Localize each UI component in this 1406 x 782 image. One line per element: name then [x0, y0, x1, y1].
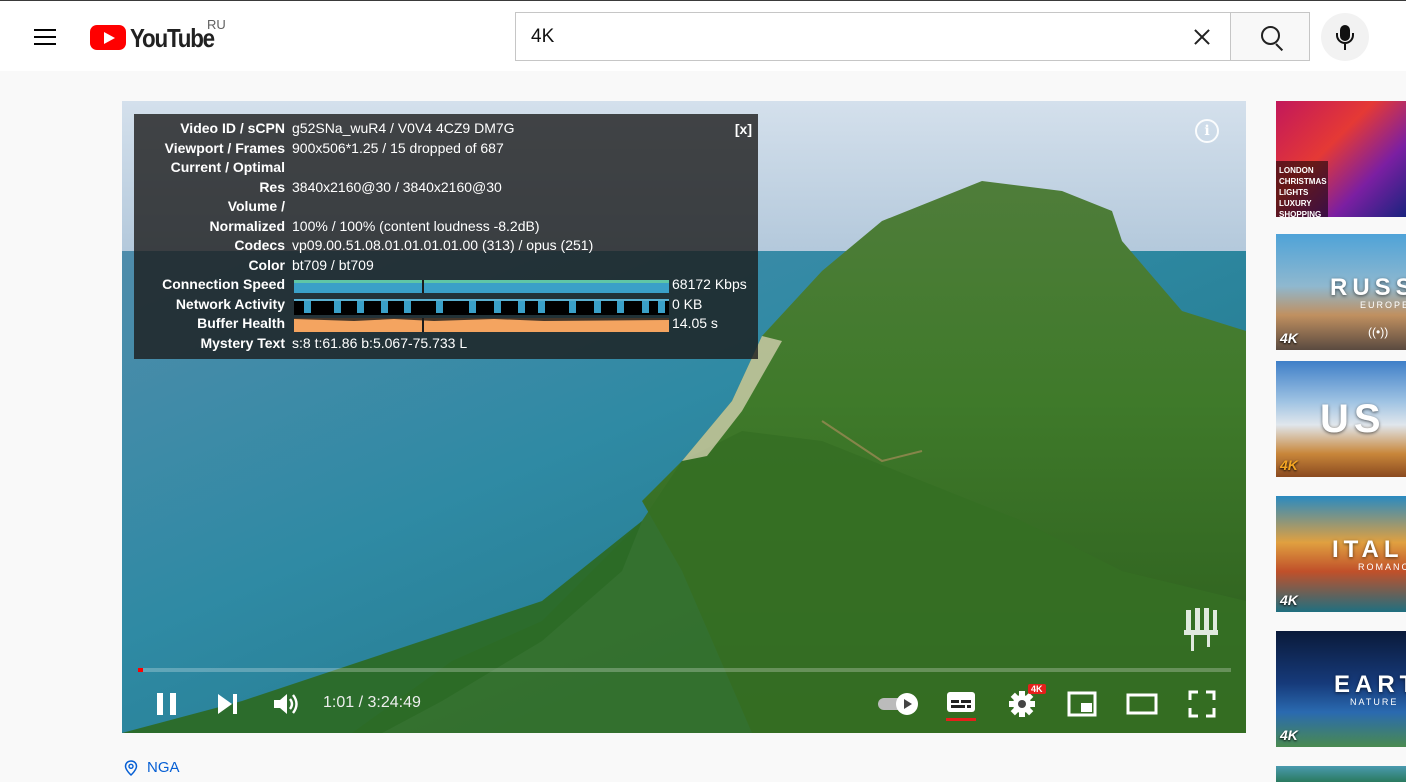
search-icon-handle: [1275, 43, 1284, 52]
search-box: [515, 12, 1231, 61]
time-display: 1:01 / 3:24:49: [323, 694, 421, 711]
pause-icon[interactable]: [155, 691, 179, 717]
region-code: RU: [207, 17, 226, 32]
stat-key: Normalized: [209, 217, 285, 234]
stats-for-nerds-panel: [x] Video ID / sCPN g52SNa_wuR4 / V0V4 4C…: [134, 114, 758, 359]
quality-badge: 4K: [1028, 684, 1046, 694]
search-input[interactable]: [531, 13, 1171, 60]
theater-mode-icon[interactable]: [1126, 690, 1158, 718]
live-icon: ((•)): [1368, 325, 1389, 339]
network-activity-graph: [294, 298, 669, 315]
settings-gear-icon[interactable]: [1008, 690, 1036, 718]
microphone-icon-cup: [1336, 33, 1354, 44]
stat-value: 900x506*1.25 / 15 dropped of 687: [292, 139, 504, 156]
connection-speed-graph: [294, 279, 669, 293]
progress-bar[interactable]: [138, 668, 1231, 672]
info-icon[interactable]: i: [1195, 119, 1219, 143]
voice-search-button[interactable]: [1321, 13, 1369, 61]
stat-value: vp09.00.51.08.01.01.01.01.00 (313) / opu…: [292, 237, 594, 253]
thumbnail-4k-tag: 4K: [1280, 727, 1298, 743]
player-controls: 1:01 / 3:24:49: [122, 681, 1246, 733]
stat-key: Network Activity: [175, 295, 285, 312]
caption-line: LIGHTS: [1279, 188, 1309, 197]
stat-key: Buffer Health: [197, 315, 285, 331]
stat-value: 14.05 s: [672, 315, 718, 331]
miniplayer-icon[interactable]: [1067, 690, 1097, 718]
stat-key: Codecs: [234, 237, 285, 253]
thumbnail-subtitle: EUROPE: [1360, 300, 1406, 310]
progress-played: [138, 668, 144, 672]
autoplay-toggle-icon[interactable]: [876, 691, 922, 717]
thumbnail-4k-tag: 4K: [1280, 330, 1298, 346]
stat-value: g52SNa_wuR4 / V0V4 4CZ9 DM7G: [292, 120, 515, 136]
search-button[interactable]: [1230, 12, 1310, 61]
sidebar-video-thumbnail[interactable]: US 4K: [1276, 361, 1406, 477]
buffer-health-graph: [294, 318, 669, 332]
youtube-play-icon: [90, 25, 126, 50]
thumbnail-subtitle: NATURE: [1350, 697, 1399, 707]
close-icon[interactable]: [1188, 23, 1216, 51]
stat-key: Color: [248, 256, 285, 273]
caption-line: SHOPPING: [1279, 210, 1322, 217]
thumbnail-caption: LONDON CHRISTMAS LIGHTS LUXURY SHOPPING: [1279, 165, 1327, 217]
caption-line: LUXURY: [1279, 199, 1312, 208]
stat-key: Res: [259, 178, 285, 195]
thumbnail-title: US: [1320, 397, 1386, 441]
logo-text: YouTube: [130, 23, 215, 53]
caption-line: CHRISTMAS: [1279, 177, 1327, 186]
location-label: NGA: [147, 759, 180, 776]
stat-value: 100% / 100% (content loudness -8.2dB): [292, 217, 540, 234]
hamburger-menu-icon[interactable]: [28, 23, 62, 51]
stat-value: 3840x2160@30 / 3840x2160@30: [292, 178, 502, 195]
next-icon[interactable]: [215, 692, 239, 716]
sidebar-video-thumbnail[interactable]: [1276, 766, 1406, 782]
stat-key: Mystery Text: [200, 334, 285, 351]
stat-key: Volume /: [227, 198, 285, 214]
sidebar-video-thumbnail[interactable]: ITAL ROMANCE 4K: [1276, 496, 1406, 612]
thumbnail-4k-tag: 4K: [1280, 457, 1298, 473]
sidebar-video-thumbnail[interactable]: EART NATURE 4K: [1276, 631, 1406, 747]
thumbnail-title: ITAL: [1332, 536, 1404, 563]
thumbnail-4k-tag: 4K: [1280, 592, 1298, 608]
stat-key: Current / Optimal: [170, 159, 285, 175]
masthead: YouTube RU: [0, 0, 1406, 71]
fullscreen-icon[interactable]: [1188, 690, 1216, 718]
video-player[interactable]: [x] Video ID / sCPN g52SNa_wuR4 / V0V4 4C…: [122, 101, 1246, 733]
stat-key: Viewport / Frames: [164, 139, 285, 156]
caption-line: LONDON: [1279, 166, 1314, 175]
stat-value: s:8 t:61.86 b:5.067-75.733 L: [292, 334, 468, 351]
microphone-icon-stem: [1344, 44, 1346, 50]
volume-icon[interactable]: [272, 691, 300, 717]
channel-watermark-icon[interactable]: [1182, 606, 1220, 654]
thumbnail-title: RUSS: [1330, 274, 1406, 301]
sidebar-video-thumbnail[interactable]: RUSS EUROPE 4K ((•)): [1276, 234, 1406, 350]
thumbnail-subtitle: ROMANCE: [1358, 562, 1406, 572]
subtitles-icon[interactable]: [946, 690, 976, 722]
stat-value: bt709 / bt709: [292, 256, 374, 273]
location-pin-icon: [124, 760, 138, 776]
thumbnail-title: EART: [1334, 671, 1406, 698]
stat-key: Video ID / sCPN: [180, 120, 285, 136]
stat-key: Connection Speed: [162, 276, 285, 292]
stat-value: 0 KB: [672, 295, 703, 312]
stat-value: 68172 Kbps: [672, 276, 747, 292]
search-icon: [1261, 26, 1280, 45]
sidebar-video-thumbnail[interactable]: LONDON CHRISTMAS LIGHTS LUXURY SHOPPING: [1276, 101, 1406, 217]
